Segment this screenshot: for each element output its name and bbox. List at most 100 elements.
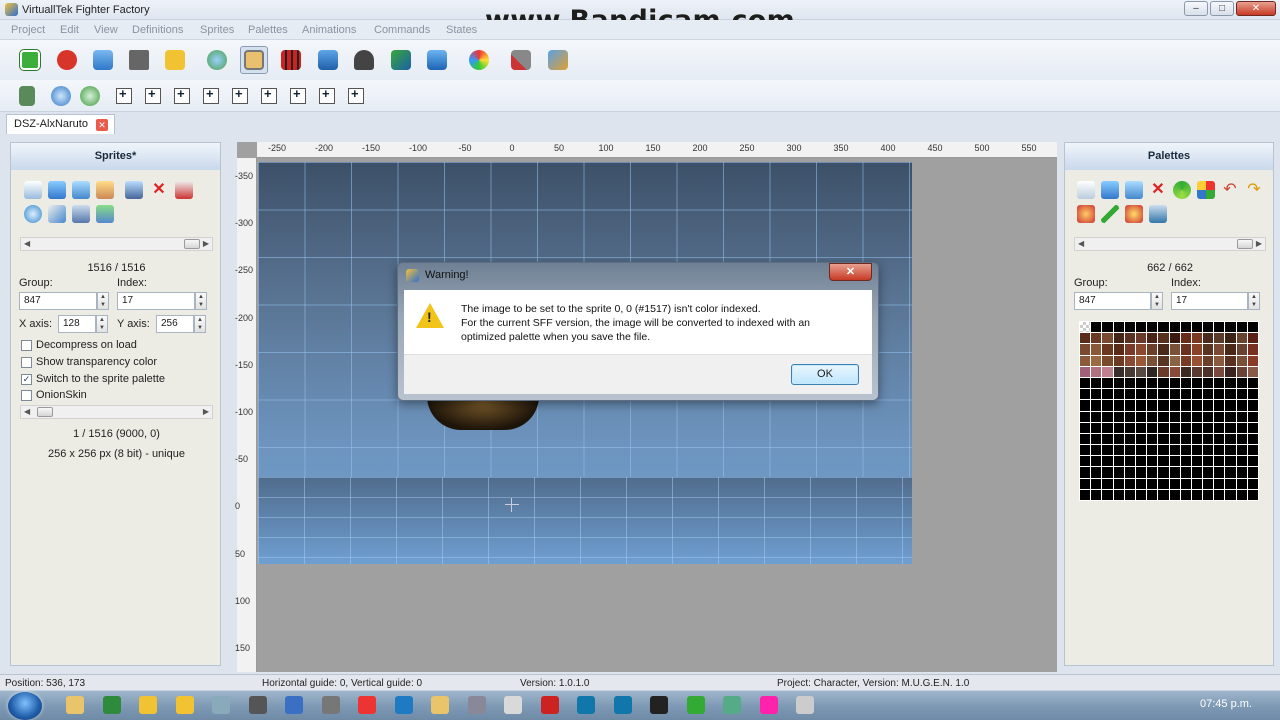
save-sprite-icon[interactable] [72, 181, 90, 199]
palette-swatch[interactable] [1135, 344, 1147, 355]
palette-swatch[interactable] [1225, 433, 1236, 445]
palette-swatch[interactable] [1113, 355, 1124, 366]
palette-swatch[interactable] [1169, 366, 1180, 377]
palette-swatch[interactable] [1113, 411, 1124, 422]
align-middle-button[interactable] [139, 82, 167, 110]
palette-swatch[interactable] [1135, 478, 1147, 489]
palette-swatch[interactable] [1169, 355, 1180, 366]
palette-swatch[interactable] [1236, 322, 1247, 333]
scroll-thumb[interactable] [184, 239, 200, 249]
palette-swatch[interactable] [1080, 478, 1091, 489]
palette-swatch[interactable] [1203, 389, 1214, 400]
ok-button[interactable]: OK [791, 364, 859, 385]
palette-group-input[interactable]: 847 [1074, 292, 1151, 310]
palette-swatch[interactable] [1124, 355, 1135, 366]
palette-swatch[interactable] [1236, 433, 1247, 445]
palette-swatch[interactable] [1214, 478, 1225, 489]
sff-icon[interactable] [96, 181, 114, 199]
xaxis-input[interactable]: 128 [58, 315, 96, 333]
taskbar-app-icon[interactable] [686, 696, 705, 714]
palette-swatch[interactable] [1102, 422, 1113, 433]
taskbar-app-icon[interactable] [577, 696, 595, 714]
palette-swatch[interactable] [1203, 456, 1214, 467]
palette-swatch[interactable] [1124, 366, 1135, 377]
palette-swatch[interactable] [1102, 467, 1113, 478]
palette-swatch[interactable] [1180, 355, 1191, 366]
palette-swatch[interactable] [1091, 422, 1102, 433]
palette-swatch[interactable] [1080, 489, 1091, 500]
taskbar-app-icon[interactable] [467, 696, 486, 714]
crop-sprite-icon[interactable] [72, 205, 90, 223]
close-project-button[interactable] [53, 46, 81, 74]
palette-swatch[interactable] [1247, 433, 1258, 445]
palette-swatch[interactable] [1180, 456, 1191, 467]
palette-swatch[interactable] [1113, 389, 1124, 400]
align-top-left-button[interactable] [168, 82, 196, 110]
palette-swatch[interactable] [1191, 467, 1203, 478]
save-palette-icon[interactable] [1125, 181, 1143, 199]
palette-swatch[interactable] [1135, 355, 1147, 366]
palette-swatch[interactable] [1113, 322, 1124, 333]
palette-swatch[interactable] [1147, 489, 1158, 500]
palette-swatch[interactable] [1169, 389, 1180, 400]
align-bottom-right-button[interactable] [342, 82, 370, 110]
palette-swatch[interactable] [1091, 377, 1102, 389]
palette-swatch[interactable] [1169, 445, 1180, 456]
palette-swatch[interactable] [1191, 422, 1203, 433]
palette-swatch[interactable] [1147, 322, 1158, 333]
palette-swatch[interactable] [1203, 355, 1214, 366]
palette-swatch[interactable] [1247, 478, 1258, 489]
palette-swatch[interactable] [1247, 344, 1258, 355]
palette-swatch[interactable] [1124, 456, 1135, 467]
settings-button[interactable] [544, 46, 572, 74]
palette-swatch[interactable] [1203, 489, 1214, 500]
zoom-in-button[interactable] [47, 82, 75, 110]
scroll-left-icon[interactable]: ◀ [24, 238, 30, 250]
align-right-button[interactable] [284, 82, 312, 110]
palette-swatch[interactable] [1180, 489, 1191, 500]
palette-swatch[interactable] [1180, 467, 1191, 478]
palette-swatch[interactable] [1191, 478, 1203, 489]
undo-icon[interactable]: ↶ [1221, 181, 1239, 199]
align-bottom-left-button[interactable] [226, 82, 254, 110]
replace-sprite-icon[interactable] [125, 181, 143, 199]
palette-swatch[interactable] [1124, 467, 1135, 478]
palette-swatch[interactable] [1158, 433, 1169, 445]
palette-swatch[interactable] [1124, 445, 1135, 456]
sounds-button[interactable] [387, 46, 415, 74]
palette-swatch[interactable] [1214, 389, 1225, 400]
palette-swatch[interactable] [1180, 322, 1191, 333]
palette-swatch[interactable] [1102, 366, 1113, 377]
palette-swatch[interactable] [1080, 389, 1091, 400]
palette-swatch[interactable] [1113, 478, 1124, 489]
save-button[interactable] [125, 46, 153, 74]
palette-swatch[interactable] [1113, 344, 1124, 355]
palette-swatch[interactable] [1225, 366, 1236, 377]
palette-swatch[interactable] [1113, 456, 1124, 467]
taskbar-app-icon[interactable] [394, 696, 413, 714]
palette-swatch[interactable] [1169, 322, 1180, 333]
palette-swatch[interactable] [1080, 344, 1091, 355]
menu-view[interactable]: View [94, 24, 118, 36]
palette-swatch[interactable] [1158, 456, 1169, 467]
palette-swatch[interactable] [1247, 422, 1258, 433]
palette-swatch[interactable] [1247, 489, 1258, 500]
taskbar-app-icon[interactable] [321, 696, 340, 714]
palette-swatch[interactable] [1135, 467, 1147, 478]
palette-swatch[interactable] [1214, 355, 1225, 366]
delete-sprite-icon[interactable]: ✕ [150, 181, 168, 199]
palette-swatch[interactable] [1124, 411, 1135, 422]
palette-swatch[interactable] [1247, 322, 1258, 333]
palette-swatch[interactable] [1214, 366, 1225, 377]
palette-swatch[interactable] [1203, 377, 1214, 389]
group-input[interactable]: 847 [19, 292, 97, 310]
palette-swatch[interactable] [1135, 333, 1147, 344]
palette-swatch[interactable] [1225, 322, 1236, 333]
palette-swatch[interactable] [1080, 355, 1091, 366]
palette-swatch[interactable] [1158, 344, 1169, 355]
palette-swatch[interactable] [1203, 322, 1214, 333]
palette-swatch[interactable] [1225, 344, 1236, 355]
palette-swatch[interactable] [1169, 400, 1180, 411]
palette-swatch[interactable] [1091, 445, 1102, 456]
align-center-button[interactable] [110, 82, 138, 110]
